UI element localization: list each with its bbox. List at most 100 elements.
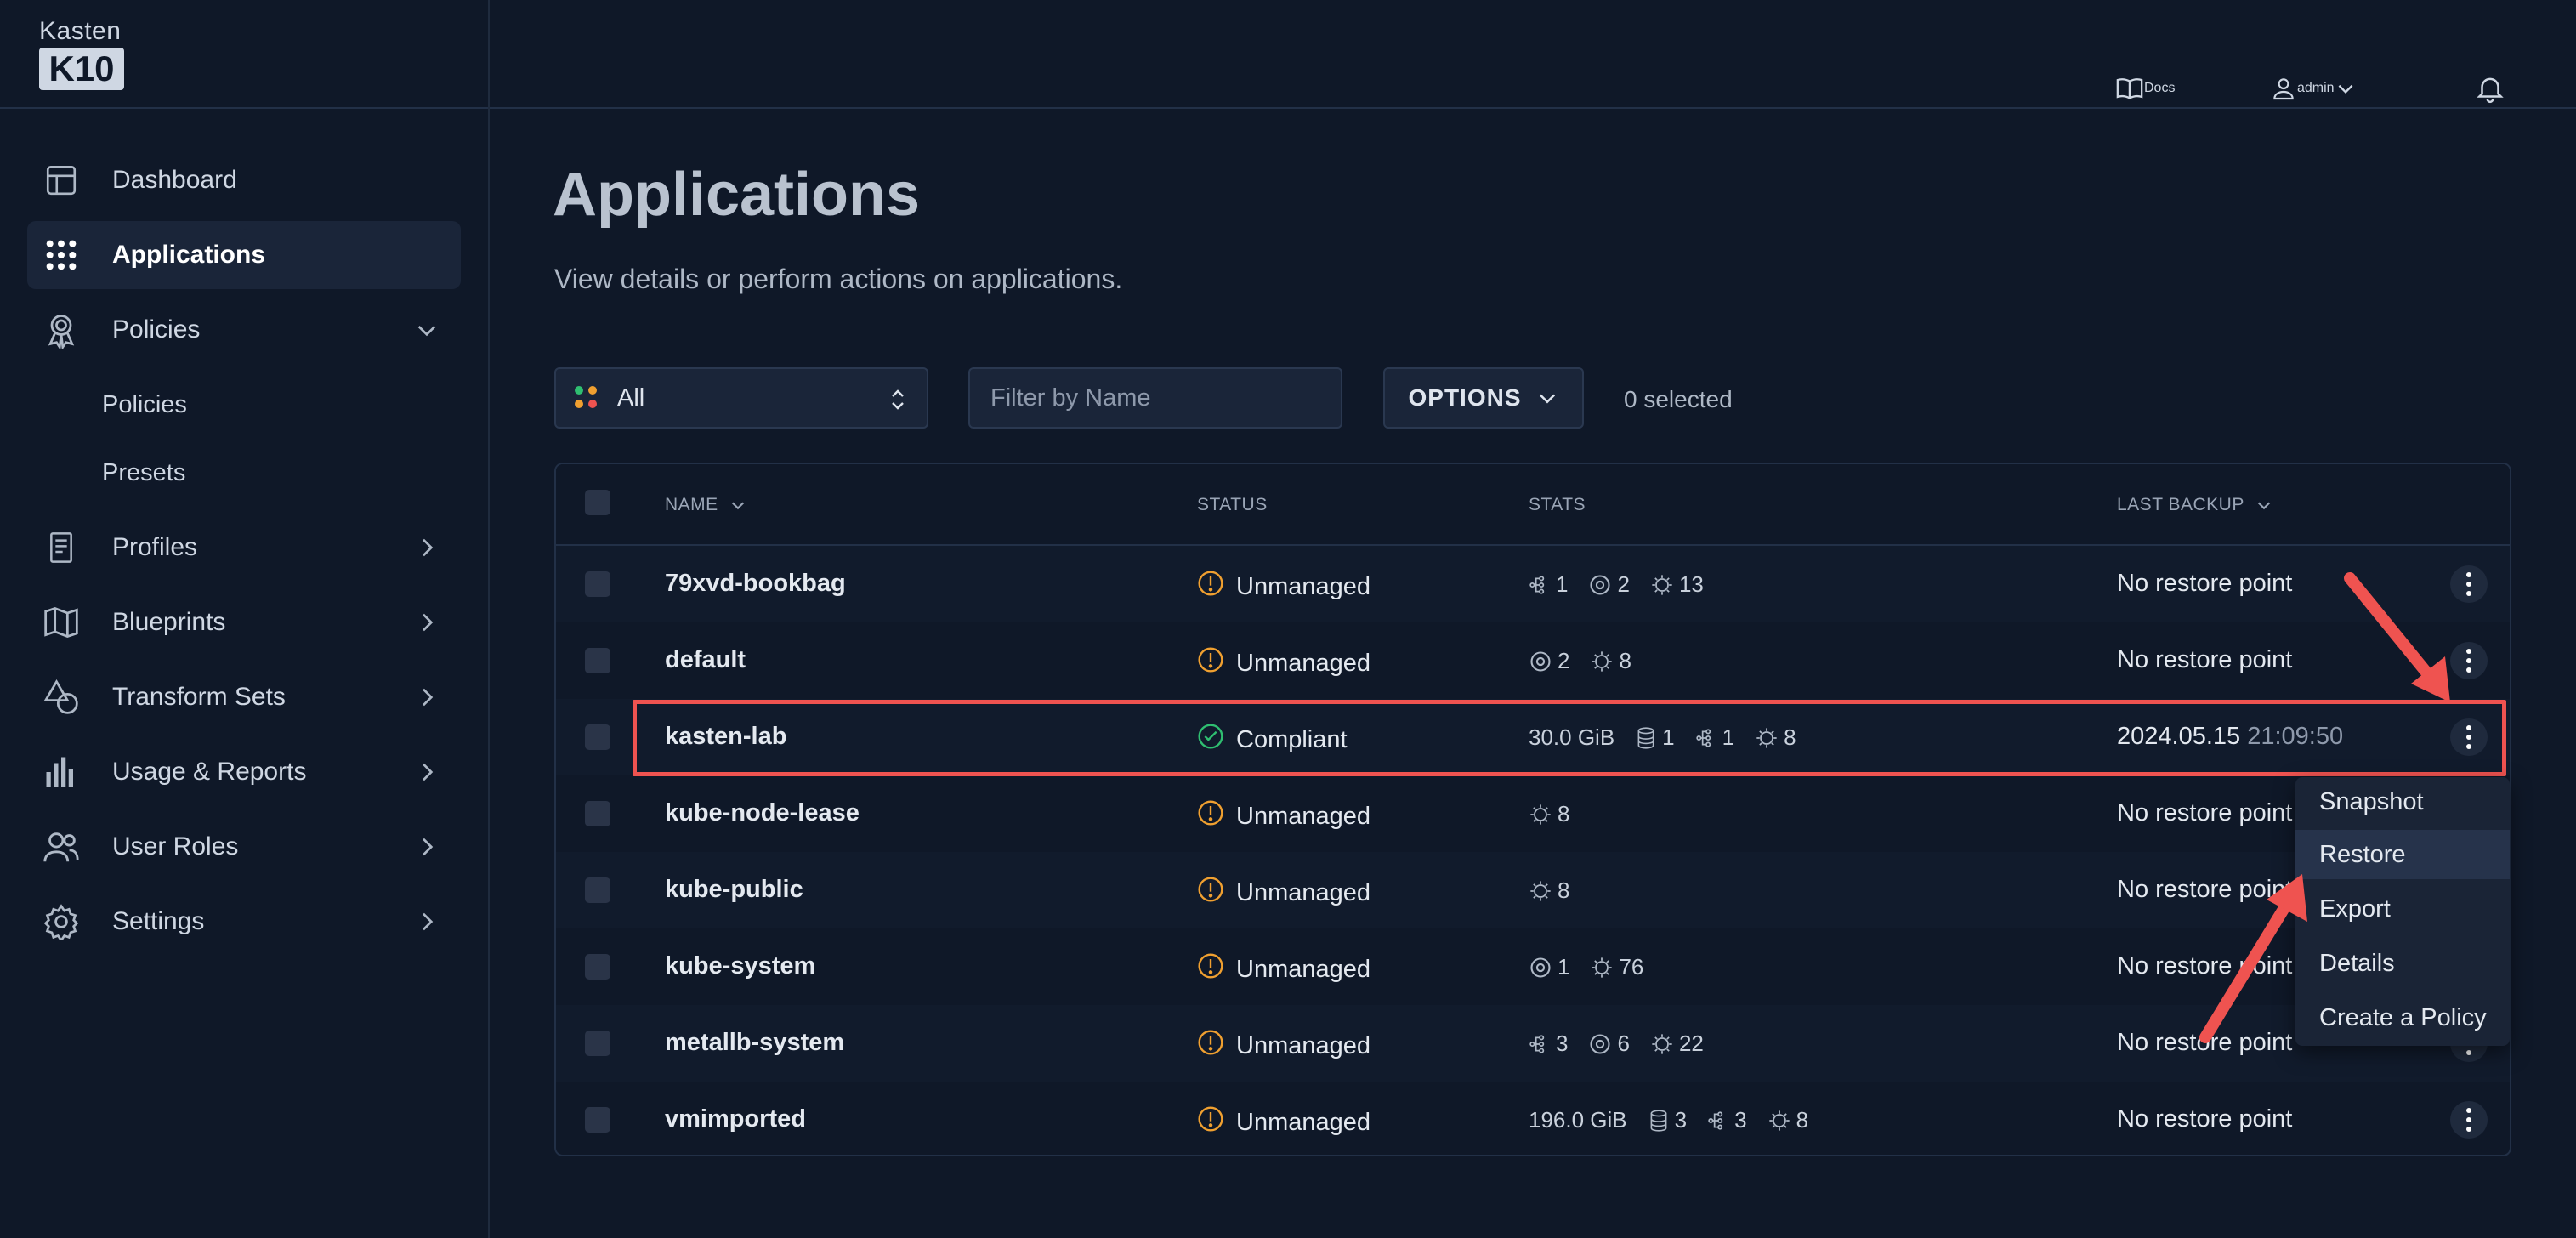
last-backup-cell: No restore point <box>2117 646 2292 674</box>
row-checkbox[interactable] <box>585 954 610 980</box>
filter-by-name-field[interactable] <box>968 367 1342 429</box>
column-stats-label: STATS <box>1529 495 1586 514</box>
sidebar-item-usage-reports[interactable]: Usage & Reports <box>27 738 461 806</box>
column-name[interactable]: NAME <box>665 495 747 515</box>
column-last-backup-label: LAST BACKUP <box>2117 495 2244 514</box>
status-cell: Unmanaged <box>1197 1105 1370 1139</box>
sidebar-item-user-roles[interactable]: User Roles <box>27 813 461 881</box>
sidebar-subitem-policies[interactable]: Policies <box>102 391 187 419</box>
app-name[interactable]: 79xvd-bookbag <box>665 570 846 598</box>
sidebar-item-settings[interactable]: Settings <box>27 888 461 956</box>
dashboard-icon <box>46 165 77 196</box>
app-name[interactable]: default <box>665 646 746 674</box>
config-icon <box>1529 956 1552 980</box>
row-checkbox[interactable] <box>585 877 610 903</box>
app-name[interactable]: kube-public <box>665 876 803 904</box>
row-checkbox[interactable] <box>585 801 610 826</box>
docs-label: Docs <box>2144 81 2176 95</box>
row-checkbox[interactable] <box>585 648 610 673</box>
status-cell: Unmanaged <box>1197 1029 1370 1063</box>
table-row[interactable]: vmimported Unmanaged 196.0 GiB 3 3 8 No restor… <box>556 1082 2510 1155</box>
sidebar-item-transform-sets[interactable]: Transform Sets <box>27 663 461 731</box>
stat-item: 2 <box>1588 571 1630 598</box>
status-dots-icon <box>575 386 599 410</box>
notifications-button[interactable] <box>2474 34 2576 143</box>
options-label: OPTIONS <box>1408 384 1522 411</box>
app-name[interactable]: kube-system <box>665 952 815 980</box>
arrow-annotation-down <box>2344 572 2450 702</box>
stat-item: 2 <box>1529 648 1569 674</box>
kasten-logo[interactable]: Kasten K10 <box>39 19 128 90</box>
stat-value: 2 <box>1558 648 1570 673</box>
row-checkbox[interactable] <box>585 1031 610 1056</box>
app-name[interactable]: kube-node-lease <box>665 799 860 827</box>
menu-item-details[interactable]: Details <box>2295 939 2510 988</box>
status-cell: Unmanaged <box>1197 646 1370 680</box>
table-row[interactable]: 79xvd-bookbag Unmanaged 1 2 13 No restore poi… <box>556 546 2510 622</box>
filter-by-name-input[interactable] <box>990 384 1341 412</box>
warning-circle-icon <box>1197 570 1224 604</box>
row-checkbox[interactable] <box>585 724 610 750</box>
stat-item: 1 <box>1529 954 1569 980</box>
sidebar-item-profiles[interactable]: Profiles <box>27 514 461 582</box>
sidebar-label-usage-reports: Usage & Reports <box>112 758 307 786</box>
status-cell: Unmanaged <box>1197 952 1370 986</box>
app-name[interactable]: vmimported <box>665 1105 806 1133</box>
sidebar-label-dashboard: Dashboard <box>112 166 237 194</box>
stat-value: 1 <box>1556 571 1569 597</box>
updown-icon <box>892 389 904 410</box>
stat-item: 3 <box>1529 1031 1568 1057</box>
gear-icon <box>43 904 79 940</box>
stat-item: 6 <box>1588 1031 1630 1057</box>
status-cell: Unmanaged <box>1197 570 1370 604</box>
logo-line1: Kasten <box>39 17 122 45</box>
sidebar-item-dashboard[interactable]: Dashboard <box>27 146 461 214</box>
sidebar-subitem-presets[interactable]: Presets <box>102 459 185 487</box>
column-last-backup[interactable]: LAST BACKUP <box>2117 495 2273 515</box>
sidebar-label-applications: Applications <box>112 241 266 269</box>
bell-icon <box>2477 77 2504 104</box>
resource-icon <box>1767 1109 1791 1133</box>
chevron-down-icon <box>731 502 744 510</box>
column-status: STATUS <box>1197 495 1268 515</box>
menu-item-create-policy[interactable]: Create a Policy <box>2295 993 2510 1042</box>
stat-value: 8 <box>1558 801 1570 826</box>
chevron-right-icon <box>423 763 434 781</box>
chevron-down-icon <box>1539 394 1555 404</box>
stat-value: 1 <box>1558 954 1570 980</box>
menu-item-restore[interactable]: Restore <box>2295 830 2510 879</box>
options-button[interactable]: OPTIONS <box>1383 367 1584 429</box>
chevron-down-icon <box>417 326 436 337</box>
select-all-checkbox[interactable] <box>585 490 610 515</box>
menu-item-snapshot[interactable]: Snapshot <box>2295 777 2510 826</box>
config-icon <box>1588 573 1612 597</box>
row-actions-kebab-icon[interactable] <box>2450 1101 2488 1139</box>
table-row[interactable]: default Unmanaged 2 8 No restore point <box>556 622 2510 699</box>
stat-item: 13 <box>1650 571 1704 598</box>
row-checkbox[interactable] <box>585 571 610 597</box>
warning-circle-icon <box>1197 799 1224 833</box>
chevron-right-icon <box>423 838 434 856</box>
stats-cell: 8 <box>1529 877 1578 904</box>
table-header: NAME STATUS STATS LAST BACKUP <box>556 464 2510 546</box>
chevron-right-icon <box>423 912 434 931</box>
resource-icon <box>1650 1032 1674 1056</box>
sidebar-item-policies[interactable]: Policies <box>27 296 461 364</box>
user-label: admin <box>2297 81 2335 95</box>
app-name[interactable]: metallb-system <box>665 1029 844 1057</box>
scope-select[interactable]: All <box>554 367 928 429</box>
sidebar: Dashboard Applications Policies Policies… <box>0 111 488 1238</box>
stat-item: 8 <box>1529 877 1569 904</box>
table-row[interactable]: kube-node-lease Unmanaged 8 No restore poin… <box>556 775 2510 852</box>
status-cell: Unmanaged <box>1197 799 1370 833</box>
row-checkbox[interactable] <box>585 1107 610 1133</box>
stat-item: 8 <box>1529 801 1569 827</box>
last-backup-date: No restore point <box>2117 646 2293 673</box>
sidebar-item-blueprints[interactable]: Blueprints <box>27 588 461 656</box>
stat-value: 3 <box>1734 1107 1747 1133</box>
menu-item-export[interactable]: Export <box>2295 884 2510 934</box>
warning-circle-icon <box>1197 646 1224 680</box>
last-backup-date: No restore point <box>2117 799 2293 826</box>
sidebar-item-applications[interactable]: Applications <box>27 221 461 289</box>
warning-circle-icon <box>1197 952 1224 986</box>
